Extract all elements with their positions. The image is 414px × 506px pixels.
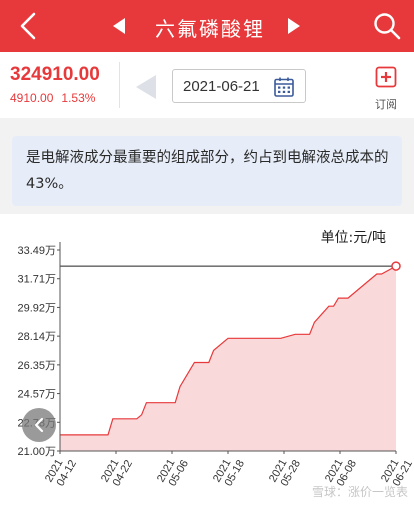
price-change: 4910.00 1.53%: [10, 91, 103, 105]
current-price: 324910.00: [10, 64, 100, 85]
chart-scroll-left-button[interactable]: [22, 408, 56, 442]
description-card: 是电解液成分最重要的组成部分，约占到电解液总成本的43%。: [12, 136, 402, 206]
top-header: 六氟磷酸锂: [0, 0, 414, 52]
search-icon: [374, 13, 401, 40]
y-tick-label: 28.14万: [17, 331, 56, 343]
next-triangle-icon: [288, 18, 300, 34]
page: 六氟磷酸锂 324910.00 4910.00 1.53% 2021-06-21: [0, 0, 414, 506]
description-text: 是电解液成分最重要的组成部分，约占到电解液总成本的43%。: [26, 150, 389, 192]
date-prev-icon: [136, 75, 156, 99]
calendar-icon: [274, 77, 294, 97]
date-picker[interactable]: 2021-06-21: [172, 69, 306, 103]
change-percent: 1.53%: [61, 91, 96, 105]
y-tick-label: 33.49万: [17, 245, 56, 257]
back-icon: [20, 12, 36, 40]
x-tick-label: 202104-22: [99, 452, 135, 490]
y-tick-label: 31.71万: [17, 274, 56, 286]
price-bar: 324910.00 4910.00 1.53% 2021-06-21 订阅: [0, 52, 414, 118]
x-tick-label: 202105-18: [211, 452, 247, 490]
prev-triangle-icon: [113, 18, 125, 34]
back-button[interactable]: [10, 8, 46, 44]
y-tick-label: 26.35万: [17, 360, 56, 372]
date-prev-button[interactable]: [132, 72, 160, 102]
y-tick-label: 21.00万: [17, 446, 56, 458]
subscribe-label: 订阅: [375, 98, 397, 111]
search-button[interactable]: [368, 7, 406, 45]
next-item-button[interactable]: [283, 14, 305, 38]
x-tick-label: 202105-28: [267, 452, 303, 490]
chevron-left-icon: [34, 417, 44, 433]
change-amount: 4910.00: [10, 91, 54, 105]
last-point-marker: [391, 261, 401, 271]
divider: [119, 62, 120, 108]
date-value: 2021-06-21: [183, 78, 260, 95]
prev-item-button[interactable]: [108, 14, 130, 38]
plus-box-icon: [375, 66, 397, 88]
y-tick-label: 29.92万: [17, 302, 56, 314]
x-tick-label: 202105-06: [155, 452, 191, 490]
page-title: 六氟磷酸锂: [155, 17, 265, 41]
series-area: [60, 266, 396, 451]
y-tick-label: 24.57万: [17, 389, 56, 401]
price-chart[interactable]: 单位:元/吨 33.49万 31.71万 29.92万 28.14万 26.35万 24.…: [0, 214, 414, 506]
subscribe-button[interactable]: 订阅: [366, 64, 406, 112]
chart-svg: 33.49万31.71万29.92万28.14万26.35万24.57万22.7…: [17, 242, 414, 490]
watermark: 雪球：涨价一览表: [311, 485, 408, 499]
